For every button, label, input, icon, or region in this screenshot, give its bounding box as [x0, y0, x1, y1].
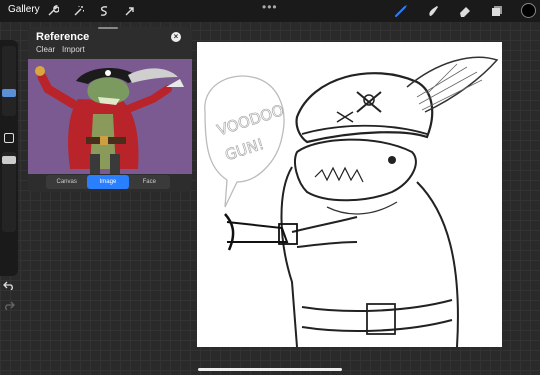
tab-face[interactable]: Face	[129, 175, 170, 189]
color-picker-button[interactable]	[521, 3, 536, 18]
eraser-icon[interactable]	[457, 3, 473, 19]
smudge-icon[interactable]	[425, 3, 441, 19]
selection-icon[interactable]	[96, 3, 112, 19]
clear-button[interactable]: Clear	[36, 45, 55, 54]
brush-size-slider[interactable]	[2, 46, 16, 116]
panel-title: Reference	[36, 31, 90, 43]
transform-arrow-icon[interactable]	[122, 3, 138, 19]
gun-text: GUN!	[223, 135, 266, 164]
top-toolbar: Gallery •••	[0, 0, 540, 22]
voodoo-text: VOODOO	[215, 101, 286, 139]
layers-icon[interactable]	[489, 3, 505, 19]
redo-icon[interactable]	[3, 300, 15, 313]
drawing-canvas[interactable]: VOODOO GUN!	[197, 42, 502, 348]
opacity-handle[interactable]	[2, 156, 16, 164]
panel-grabber[interactable]	[98, 27, 118, 29]
reference-panel: Reference × Clear Import Canvas Image Fa…	[28, 27, 192, 192]
brush-icon[interactable]	[393, 3, 409, 19]
import-button[interactable]: Import	[62, 45, 85, 54]
more-options-icon[interactable]: •••	[262, 0, 278, 14]
close-icon[interactable]: ×	[171, 32, 181, 42]
modify-button[interactable]	[4, 133, 14, 143]
brush-size-handle[interactable]	[2, 89, 16, 97]
reference-mode-tabs: Canvas Image Face	[46, 175, 170, 189]
tab-canvas[interactable]: Canvas	[46, 175, 87, 189]
magic-wand-icon[interactable]	[71, 3, 87, 19]
undo-icon[interactable]	[3, 280, 15, 293]
tab-image[interactable]: Image	[87, 175, 129, 189]
left-sidebar	[0, 40, 18, 311]
reference-image	[28, 59, 192, 174]
sketch-artwork: VOODOO GUN!	[204, 56, 499, 348]
gallery-button[interactable]: Gallery	[8, 4, 40, 15]
home-indicator	[198, 368, 342, 371]
wrench-icon[interactable]	[45, 3, 61, 19]
opacity-slider[interactable]	[2, 152, 16, 232]
